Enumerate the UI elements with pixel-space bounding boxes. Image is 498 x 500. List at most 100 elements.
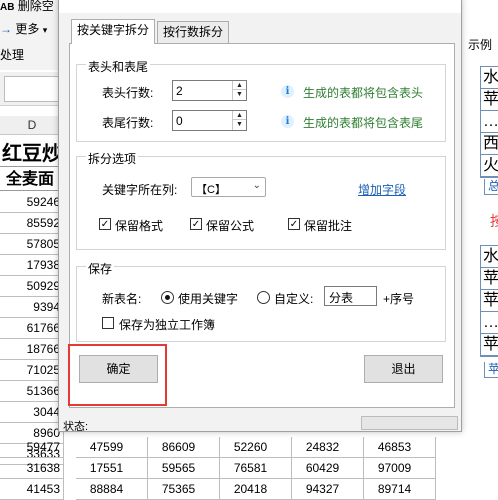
preview-row: 苹 (481, 290, 498, 312)
custom-name-radio[interactable] (257, 291, 270, 304)
increment-icon[interactable]: ▲ (233, 81, 246, 90)
check-icon: ✓ (100, 219, 110, 230)
header-hint: 生成的表都将包含表头 (303, 86, 424, 100)
use-keyword-label: 使用关键字 (178, 292, 239, 306)
header-rows-value: 2 (176, 84, 183, 98)
save-group-title: 保存 (86, 260, 115, 277)
table-cell[interactable]: 60429 (292, 458, 364, 479)
table-cell[interactable]: 52260 (220, 437, 292, 458)
table-cell[interactable]: 85592 (0, 213, 64, 234)
preview-row: 苹 (481, 89, 498, 111)
check-icon: ✓ (191, 219, 201, 230)
bottom-rows: 59477 47599 86609 52260 24832 46853 31638 17551… (0, 437, 440, 500)
separate-workbook-checkbox[interactable] (102, 317, 114, 329)
add-field-link[interactable]: 增加字段 (358, 181, 406, 198)
table-cell[interactable]: 76581 (220, 458, 292, 479)
separate-workbook-label: 保存为独立工作簿 (119, 318, 216, 332)
table-cell[interactable]: 17551 (76, 458, 148, 479)
table-cell[interactable]: 88884 (76, 479, 148, 500)
table-cell[interactable]: 51366 (0, 381, 64, 402)
table-cell[interactable]: 94327 (292, 479, 364, 500)
keep-comment-label: 保留批注 (304, 219, 353, 233)
key-column-value: 【C】 (196, 184, 226, 196)
table-cell[interactable]: 47599 (76, 437, 148, 458)
preview-sheet-tab-2: 苹 (484, 362, 498, 378)
name-box[interactable] (4, 76, 64, 102)
tab-split-by-keyword[interactable]: 按关键字拆分 (71, 19, 156, 44)
preview-table-1: 水苹… 西火 (480, 66, 498, 178)
preview-table-2: 水苹苹… 苹 (480, 245, 498, 357)
check-icon: ✓ (289, 219, 299, 230)
preview-row: 水 (481, 67, 498, 89)
radio-selected-icon (165, 295, 170, 300)
highlight-box (68, 344, 167, 406)
keep-format-checkbox[interactable]: ✓ (99, 218, 111, 230)
preview-row: … (481, 312, 498, 334)
more-button[interactable]: → 更多 ▾ (0, 20, 47, 37)
preview-label: 按 (490, 213, 498, 229)
chevron-down-icon: ▾ (42, 25, 48, 35)
table-cell[interactable]: 3044 (0, 402, 64, 423)
use-keyword-radio[interactable] (161, 291, 174, 304)
delete-empty-button[interactable]: AB 删除空 (0, 0, 54, 14)
custom-name-input[interactable]: 分表 (324, 286, 377, 306)
table-cell[interactable]: 50929 (0, 276, 64, 297)
key-column-select[interactable]: 【C】 ⌄ (191, 177, 266, 197)
table-cell[interactable]: 20418 (220, 479, 292, 500)
footer-rows-value: 0 (176, 114, 183, 128)
table-cell[interactable]: 71025 (0, 360, 64, 381)
decrement-icon[interactable]: ▼ (233, 90, 246, 99)
split-sheet-dialog: 按关键字拆分 按行数拆分 表头和表尾 表头行数: 2 ▲ ▼ i 生成的表都将包… (58, 0, 462, 433)
custom-name-label: 自定义: (274, 292, 314, 306)
table-cell[interactable]: 59477 (0, 437, 64, 458)
preview-row: … (481, 111, 498, 133)
header-rows-stepper[interactable]: 2 ▲ ▼ (172, 80, 247, 101)
table-cell[interactable]: 59246 (0, 192, 64, 213)
split-options-group-title: 拆分选项 (86, 150, 139, 167)
sheet-title: 红豆炒 (2, 143, 62, 165)
column-header-d[interactable]: D (0, 116, 64, 135)
preview-row: 西 (481, 133, 498, 155)
arrow-right-icon: → (0, 22, 12, 36)
preview-row: 苹 (481, 334, 498, 356)
tab-split-by-rows[interactable]: 按行数拆分 (157, 21, 230, 43)
split-options-group: 拆分选项 关键字所在列: 【C】 ⌄ 增加字段 ✓ 保留格式 ✓ 保留公式 ✓ … (76, 150, 446, 250)
preview-title: 示例 (468, 38, 493, 52)
table-cell[interactable]: 17938 (0, 255, 64, 276)
preview-sheet-tab-1: 总 (484, 179, 498, 195)
increment-icon[interactable]: ▲ (233, 111, 246, 120)
save-group: 保存 新表名: 使用关键字 自定义: 分表 +序号 保存为独立工作簿 (76, 260, 446, 342)
table-cell[interactable]: 24832 (292, 437, 364, 458)
table-cell[interactable]: 97009 (364, 458, 436, 479)
info-icon: i (281, 85, 294, 98)
table-cell[interactable]: 18766 (0, 339, 64, 360)
column-label: 全麦面 (0, 166, 64, 191)
exit-button[interactable]: 退出 (364, 355, 443, 383)
table-cell[interactable]: 41453 (0, 479, 64, 500)
keep-formula-checkbox[interactable]: ✓ (190, 218, 202, 230)
keep-formula-label: 保留公式 (206, 219, 255, 233)
table-cell[interactable]: 75365 (148, 479, 220, 500)
header-rows-label: 表头行数: (102, 86, 154, 100)
status-label: 状态: (63, 421, 89, 433)
formula-bar (0, 72, 64, 106)
info-icon: i (281, 115, 294, 128)
table-cell[interactable]: 57805 (0, 234, 64, 255)
table-cell[interactable]: 59565 (148, 458, 220, 479)
table-cell[interactable]: 86609 (148, 437, 220, 458)
table-cell[interactable]: 9394 (0, 297, 64, 318)
table-cell[interactable]: 46853 (364, 437, 436, 458)
preview-row: 火 (481, 155, 498, 177)
header-footer-group: 表头和表尾 表头行数: 2 ▲ ▼ i 生成的表都将包含表头 表尾行数: 0 ▲… (76, 58, 446, 142)
keep-comment-checkbox[interactable]: ✓ (288, 218, 300, 230)
keep-format-label: 保留格式 (115, 219, 164, 233)
table-cell[interactable]: 89714 (364, 479, 436, 500)
table-cell[interactable]: 61766 (0, 318, 64, 339)
table-cell[interactable]: 31638 (0, 458, 64, 479)
footer-rows-stepper[interactable]: 0 ▲ ▼ (172, 110, 247, 131)
footer-rows-label: 表尾行数: (102, 116, 154, 130)
status-progress-bar (361, 416, 458, 430)
decrement-icon[interactable]: ▼ (233, 120, 246, 129)
ribbon-toolbar: AB 删除空 → 更多 ▾ 处理 (0, 0, 64, 70)
dialog-titlebar[interactable] (59, 0, 461, 13)
